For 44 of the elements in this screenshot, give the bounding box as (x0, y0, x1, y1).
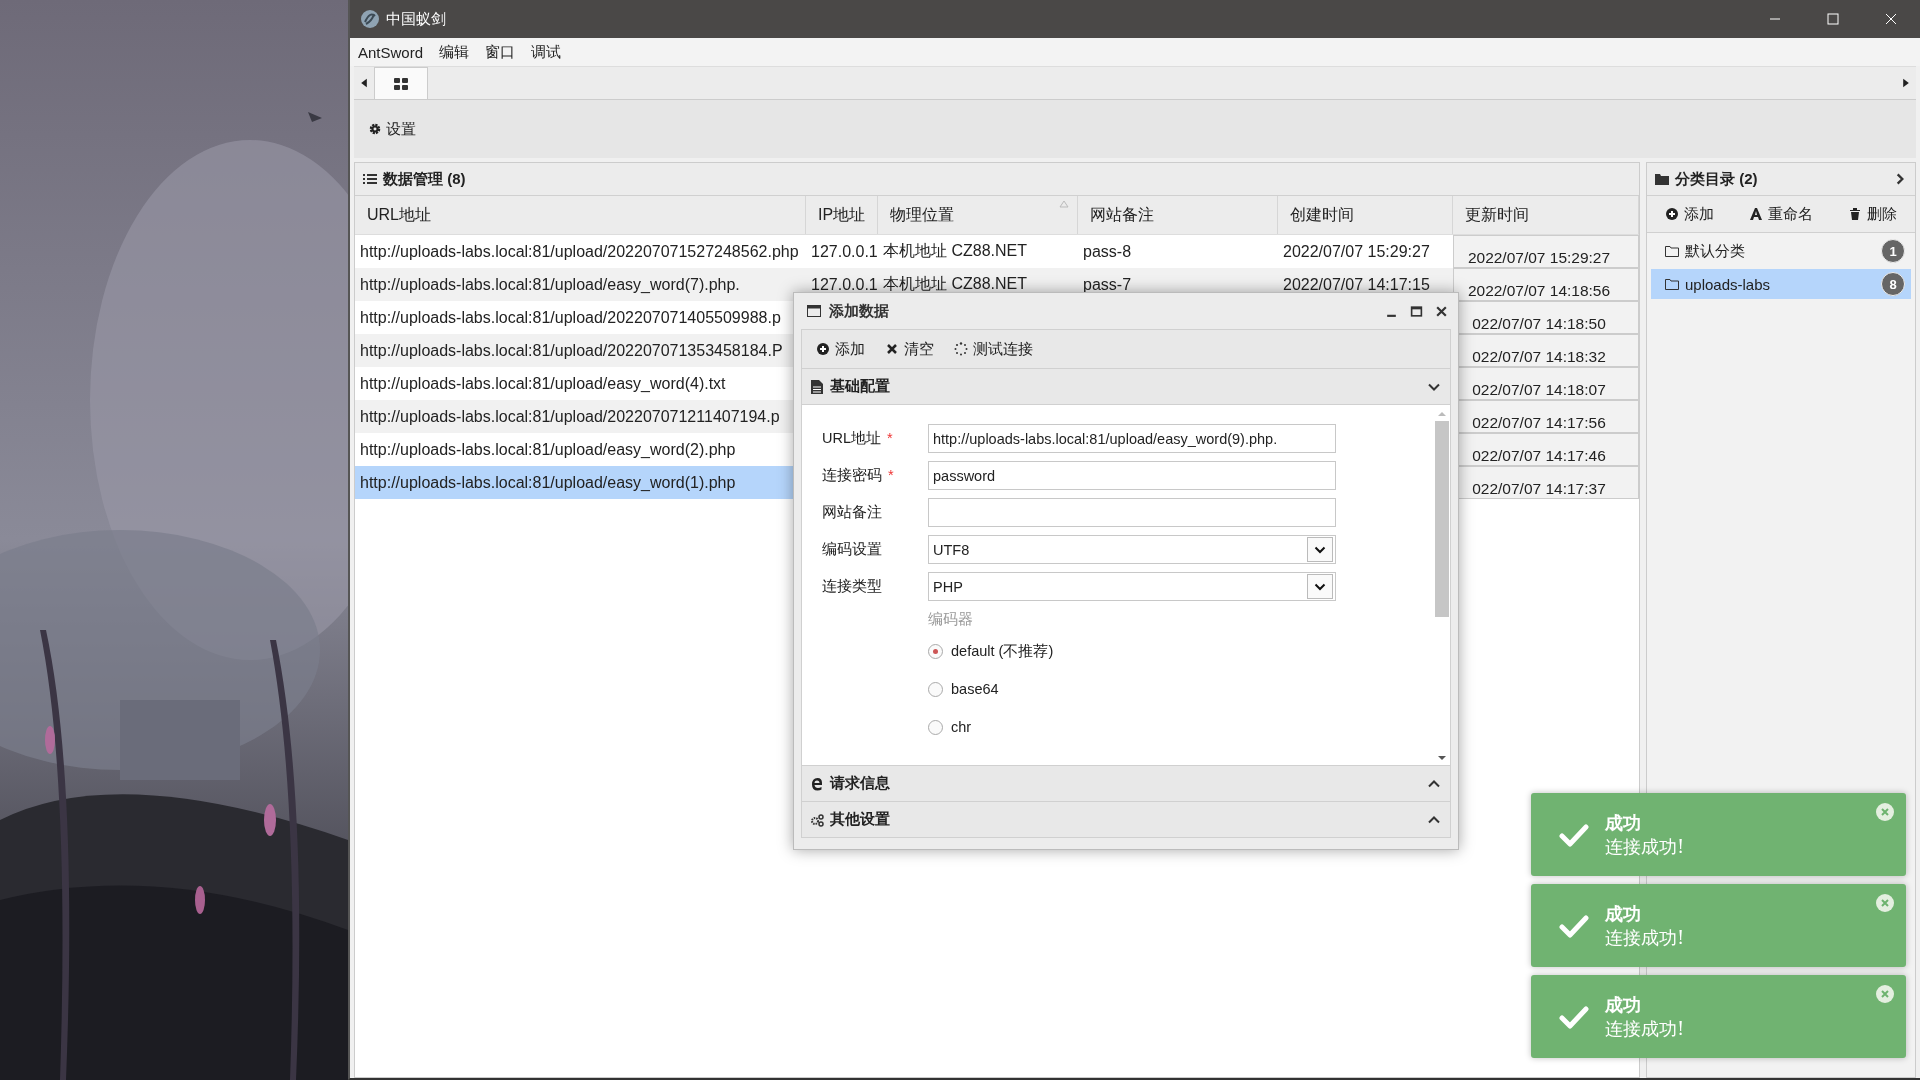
table-cell: http://uploads-labs.local:81/upload/202207071527248562.php (360, 242, 799, 261)
table-cell: 127.0.0.1 (811, 275, 878, 294)
table-cell: http://uploads-labs.local:81/upload/easy_word(7).php. (360, 275, 740, 294)
notification-message: 连接成功! (1605, 834, 1685, 859)
notification-title: 成功 (1605, 810, 1642, 835)
table-cell: 022/07/07 14:18:32 (1472, 348, 1606, 366)
table-cell: 2022/07/07 15:29:27 (1283, 242, 1430, 261)
dialog-title: 添加数据 (829, 301, 889, 321)
notification-title: 成功 (1605, 992, 1642, 1017)
count-badge: 1 (1881, 239, 1905, 263)
group-label: 编码器 (928, 610, 974, 629)
table-cell: http://uploads-labs.local:81/upload/easy_word(4).txt (360, 374, 726, 393)
table-cell: 022/07/07 14:17:46 (1472, 447, 1606, 465)
category-name: 默认分类 (1685, 241, 1745, 261)
table-cell: 2022/07/07 14:18:56 (1467, 282, 1611, 300)
table-cell: 022/07/07 14:17:56 (1472, 414, 1606, 432)
category-name: uploads-labs (1685, 275, 1771, 293)
table-cell: 127.0.0.1 (811, 242, 878, 261)
field-label: 连接密码 * (822, 466, 895, 485)
notification-message: 连接成功! (1605, 1016, 1685, 1041)
table-cell: 2022/07/07 14:17:15 (1283, 275, 1430, 294)
table-cell: pass-7 (1083, 275, 1132, 294)
table-cell-text: 本机地址 CZ88.NET (883, 241, 1027, 261)
table-cell: 022/07/07 14:17:37 (1472, 480, 1606, 498)
count-badge: 8 (1881, 272, 1905, 296)
table-cell-text: 本机地址 CZ88.NET (883, 274, 1027, 294)
field-label: 网站备注 (822, 503, 883, 522)
notification-message: 连接成功! (1605, 925, 1685, 950)
table-cell: http://uploads-labs.local:81/upload/easy_word(1).php (360, 473, 736, 492)
field-label: 编码设置 (822, 540, 883, 559)
field-label: URL地址 * (822, 429, 894, 448)
panel-title: 数据管理 (8) (383, 169, 466, 189)
table-cell: 2022/07/07 15:29:27 (1467, 249, 1611, 267)
table-cell: http://uploads-labs.local:81/upload/202207071211407194.p (360, 407, 780, 426)
table-cell: http://uploads-labs.local:81/upload/202207071353458184.P (360, 341, 783, 360)
notification-title: 成功 (1605, 901, 1642, 926)
window-title: 中国蚁剑 (386, 9, 446, 29)
table-cell: http://uploads-labs.local:81/upload/easy_word(2).php (360, 440, 736, 459)
table-cell: 022/07/07 14:18:07 (1472, 381, 1606, 399)
panel-title: 分类目录 (2) (1675, 169, 1758, 189)
table-cell: 022/07/07 14:18:50 (1472, 315, 1606, 333)
table-cell: http://uploads-labs.local:81/upload/202207071405509988.p (360, 308, 781, 327)
field-label: 连接类型 (822, 577, 883, 596)
table-cell: pass-8 (1083, 242, 1132, 261)
